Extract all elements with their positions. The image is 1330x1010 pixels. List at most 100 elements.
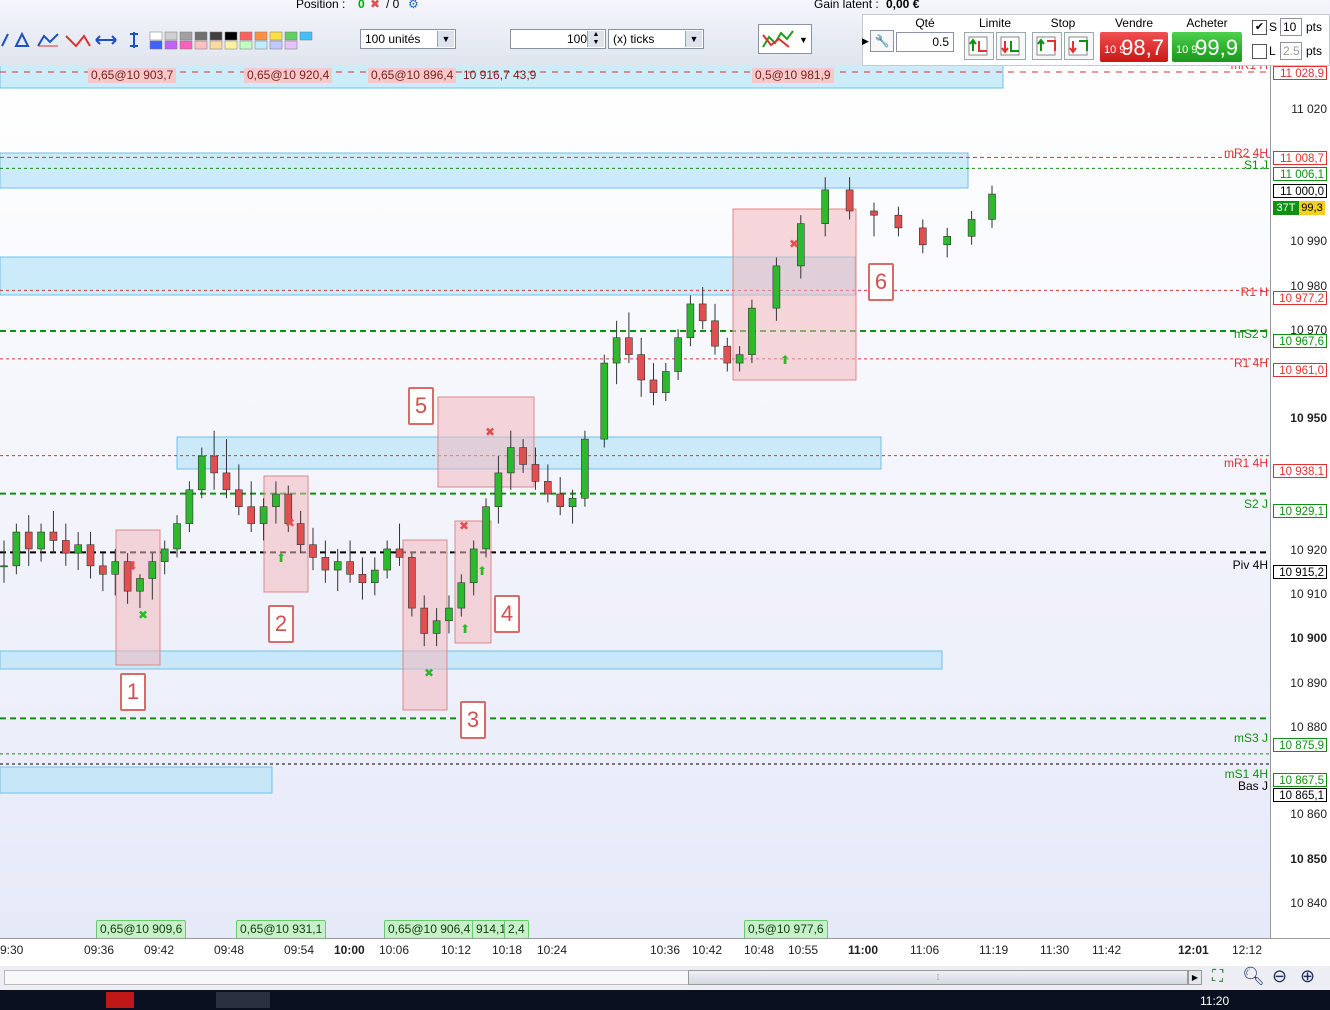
candle-body[interactable] [531, 464, 540, 482]
color-swatch[interactable] [209, 40, 223, 50]
pattern-tool-icon[interactable] [65, 34, 91, 48]
candle-body[interactable] [185, 489, 194, 524]
color-swatch[interactable] [239, 31, 253, 41]
scroll-thumb[interactable]: ⁞ [688, 970, 1188, 985]
color-swatch[interactable] [254, 40, 268, 50]
order-tag[interactable]: 0,65@10 920,4 [244, 68, 333, 83]
candle-body[interactable] [358, 573, 367, 584]
wrench-icon[interactable]: 🔧 [870, 30, 894, 52]
panel-collapse-icon[interactable]: ▶ [862, 36, 869, 47]
candle-body[interactable] [457, 582, 466, 609]
color-swatch[interactable] [149, 40, 163, 50]
candle-body[interactable] [711, 320, 719, 347]
zigzag-tool-icon[interactable] [37, 33, 59, 47]
support-resistance-zone[interactable] [0, 766, 273, 794]
candle-body[interactable] [370, 569, 379, 584]
candle-body[interactable] [222, 472, 231, 491]
candle-body[interactable] [24, 531, 33, 550]
candle-body[interactable] [296, 523, 305, 546]
color-swatch[interactable] [179, 31, 193, 41]
candle-body[interactable] [686, 303, 695, 339]
order-tag[interactable]: 0,65@10 896,4 [368, 68, 457, 83]
time-axis[interactable]: 9:30 09:36 09:42 09:48 09:54 10:00 10:06… [0, 938, 1330, 967]
candle-body[interactable] [870, 210, 878, 216]
qte-input[interactable]: 0.5 [896, 32, 954, 52]
exit-icon[interactable]: ✖ [485, 425, 495, 439]
candle-body[interactable] [111, 561, 120, 575]
candle-body[interactable] [600, 362, 609, 440]
color-swatch[interactable] [299, 31, 313, 41]
candle-body[interactable] [408, 557, 416, 609]
stop-sell-button[interactable] [1064, 32, 1094, 60]
candle-body[interactable] [625, 337, 633, 355]
color-swatch[interactable] [284, 31, 298, 41]
limit-buy-button[interactable] [964, 32, 994, 60]
candle-body[interactable] [612, 337, 621, 364]
candle-body[interactable] [943, 236, 952, 246]
ticks-stepper[interactable]: 100 ▲ ▼ [510, 29, 606, 49]
scroll-right-icon[interactable]: ▶ [1188, 970, 1202, 985]
auto-scale-icon[interactable]: ⛶ [1212, 968, 1223, 986]
candle-body[interactable] [74, 544, 82, 554]
color-swatch[interactable] [164, 31, 178, 41]
candle-body[interactable] [61, 540, 70, 554]
candle-body[interactable] [988, 193, 996, 220]
color-swatch[interactable] [179, 40, 193, 50]
candle-body[interactable] [259, 506, 268, 524]
ticks-unit-select[interactable]: (x) ticks ▼ [608, 29, 704, 49]
stop-buy-button[interactable] [1032, 32, 1062, 60]
candle-body[interactable] [918, 227, 927, 246]
candle-body[interactable] [86, 544, 95, 567]
stepper-arrows-icon[interactable]: ▲ ▼ [587, 31, 604, 47]
trade-box[interactable] [437, 396, 535, 488]
price-axis[interactable]: 11 020 10 990 10 980 10 970 10 950 10 92… [1270, 66, 1330, 938]
candle-body[interactable] [0, 565, 8, 568]
candle-body[interactable] [272, 493, 280, 507]
order-tag[interactable]: 2,4 [504, 920, 529, 938]
order-tag[interactable]: 0,5@10 981,9 [752, 68, 834, 83]
candle-body[interactable] [395, 548, 404, 558]
candle-body[interactable] [637, 354, 646, 381]
candle-body[interactable] [37, 531, 45, 550]
taskbar-app-icon[interactable] [106, 992, 134, 1008]
vertical-measure-icon[interactable] [130, 32, 138, 48]
candle-body[interactable] [148, 561, 157, 579]
buy-entry-icon[interactable]: ⬆ [477, 564, 487, 578]
price-chart[interactable]: ⬇ ✖ ✖ ⬆ ⬇ ✖ ✖ ⬆ ⬆ ✖ ✖ ⬆ 0,65@10 903,7 0,65@10 920,4… [0, 66, 1270, 938]
exit-icon[interactable]: ✖ [424, 666, 434, 680]
candle-body[interactable] [506, 447, 515, 474]
candle-body[interactable] [482, 506, 490, 550]
candle-body[interactable] [581, 438, 589, 499]
limit-checkbox[interactable] [1252, 44, 1267, 59]
candle-body[interactable] [445, 607, 453, 622]
close-position-icon[interactable]: ✖ [370, 0, 380, 11]
candle-body[interactable] [173, 523, 181, 550]
color-swatch[interactable] [194, 31, 208, 41]
color-swatch[interactable] [194, 40, 208, 50]
exit-icon[interactable]: ✖ [789, 237, 799, 251]
zoom-out-icon[interactable]: ⊖ [1272, 966, 1287, 987]
candle-body[interactable] [845, 189, 854, 212]
candle-body[interactable] [383, 548, 391, 571]
support-resistance-zone[interactable] [0, 256, 856, 296]
sell-button[interactable]: 10 9 98,7 [1100, 32, 1168, 62]
exit-icon[interactable]: ✖ [138, 608, 148, 622]
candle-body[interactable] [12, 531, 21, 567]
candle-body[interactable] [210, 455, 218, 474]
sell-entry-icon[interactable]: ⬇ [128, 559, 138, 573]
candle-body[interactable] [967, 219, 976, 237]
candle-body[interactable] [309, 544, 317, 558]
buy-entry-icon[interactable]: ⬆ [276, 551, 286, 565]
exit-icon[interactable]: ✖ [285, 516, 295, 530]
candle-body[interactable] [247, 506, 255, 524]
exit-icon[interactable]: ✖ [459, 519, 469, 533]
candle-body[interactable] [519, 447, 527, 465]
zoom-fit-icon[interactable]: 🔍︎ [1242, 966, 1265, 987]
candle-body[interactable] [136, 578, 144, 592]
candle-body[interactable] [99, 565, 107, 575]
buy-entry-icon[interactable]: ⬆ [780, 353, 790, 367]
color-swatch[interactable] [254, 31, 268, 41]
color-swatch[interactable] [149, 31, 163, 41]
candle-body[interactable] [568, 497, 577, 507]
chart-scrollbar[interactable]: ⁞ ▶ ⛶ 🔍︎ ⊖ ⊕ [0, 966, 1330, 990]
